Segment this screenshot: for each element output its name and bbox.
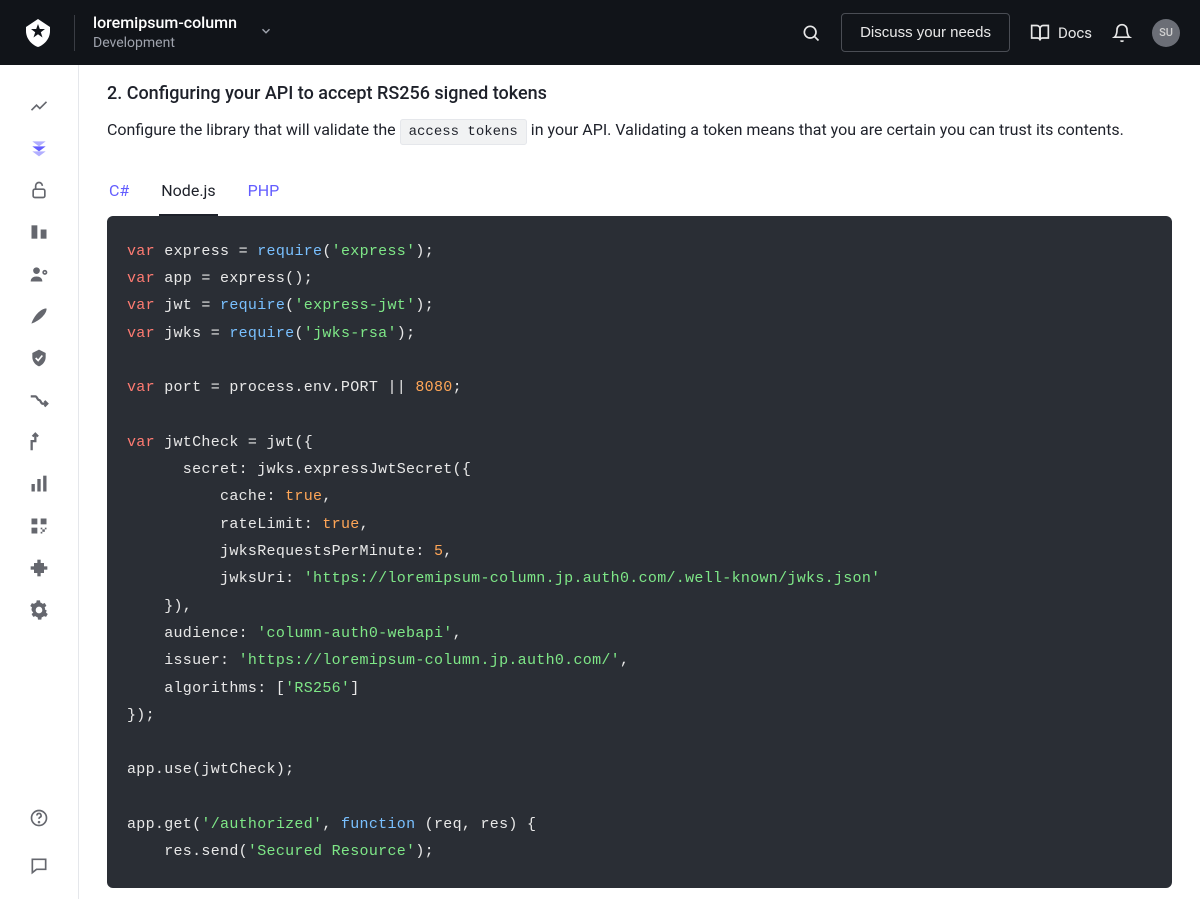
sidebar-settings-icon[interactable] (19, 589, 59, 631)
docs-link[interactable]: Docs (1030, 23, 1092, 43)
inline-code: access tokens (400, 119, 527, 145)
sidebar-applications-icon[interactable] (19, 127, 59, 169)
sidebar-feedback-icon[interactable] (19, 845, 59, 887)
tab-csharp[interactable]: C# (107, 173, 131, 216)
tab-nodejs[interactable]: Node.js (159, 173, 217, 216)
tenant-selector[interactable]: loremipsum-column Development (93, 13, 273, 52)
sidebar-forms-icon[interactable] (19, 421, 59, 463)
topbar: loremipsum-column Development Discuss yo… (0, 0, 1200, 65)
sidebar-authentication-icon[interactable] (19, 169, 59, 211)
avatar[interactable]: SU (1152, 19, 1180, 47)
sidebar-branding-icon[interactable] (19, 295, 59, 337)
notifications-icon[interactable] (1112, 23, 1132, 43)
sidebar-marketplace-icon[interactable] (19, 505, 59, 547)
code-block[interactable]: var express = require('express'); var ap… (107, 216, 1172, 888)
sidebar-organizations-icon[interactable] (19, 211, 59, 253)
intro-text-before: Configure the library that will validate… (107, 120, 400, 139)
book-icon (1030, 23, 1050, 43)
sidebar-actions-icon[interactable] (19, 379, 59, 421)
sidebar-help-icon[interactable] (19, 797, 59, 839)
discuss-button[interactable]: Discuss your needs (841, 13, 1010, 52)
section-title: 2. Configuring your API to accept RS256 … (107, 83, 1172, 104)
tenant-name: loremipsum-column (93, 13, 237, 34)
tab-php[interactable]: PHP (246, 173, 282, 216)
topbar-right: Discuss your needs Docs SU (801, 13, 1180, 52)
chevron-down-icon (259, 23, 273, 42)
sidebar-monitoring-icon[interactable] (19, 463, 59, 505)
sidebar-security-icon[interactable] (19, 337, 59, 379)
docs-label: Docs (1058, 24, 1092, 42)
search-icon[interactable] (801, 23, 821, 43)
sidebar (0, 65, 79, 899)
sidebar-activity-icon[interactable] (19, 85, 59, 127)
intro-text-after: in your API. Validating a token means th… (527, 120, 1124, 139)
divider (74, 15, 75, 51)
code-tabs: C# Node.js PHP (107, 173, 1172, 216)
main-content: 2. Configuring your API to accept RS256 … (79, 65, 1200, 899)
sidebar-users-icon[interactable] (19, 253, 59, 295)
sidebar-extensions-icon[interactable] (19, 547, 59, 589)
auth0-logo-icon[interactable] (20, 15, 56, 51)
tenant-env: Development (93, 34, 237, 52)
logo-wrap (20, 15, 93, 51)
section-intro: Configure the library that will validate… (107, 116, 1172, 145)
